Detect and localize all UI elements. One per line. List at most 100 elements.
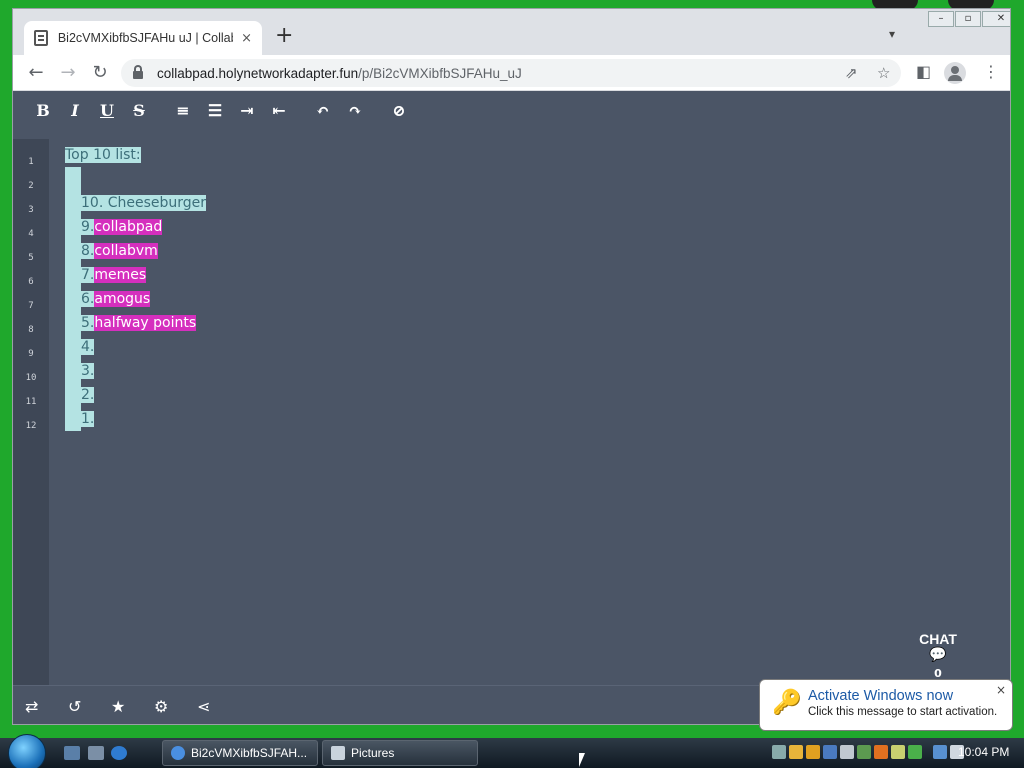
menu-dots-icon[interactable]: ⋮: [983, 62, 999, 81]
line-number: 7: [28, 301, 34, 311]
doc-line-9[interactable]: 4.: [65, 335, 95, 359]
side-panel-icon[interactable]: ◧: [916, 62, 931, 81]
list-number: 2.: [81, 387, 95, 403]
unordered-list-icon[interactable]: ☰: [199, 101, 231, 120]
selection-block: [65, 383, 81, 407]
selection-block: [65, 407, 81, 431]
reload-icon[interactable]: ↻: [89, 62, 111, 84]
strikethrough-icon[interactable]: S: [123, 101, 155, 120]
clock[interactable]: 10:04 PM: [958, 745, 1009, 759]
collabpad-page: B I U S ≡ ☰ ⇥ ⇤ ↶ ↷ ⊘ 1 2 3 4 5 6 7 8 9 …: [13, 91, 1010, 724]
doc-line-2[interactable]: [65, 167, 81, 191]
doc-line-1[interactable]: Top 10 list:: [65, 143, 141, 167]
close-popup-icon[interactable]: ×: [996, 683, 1006, 697]
tray-icon[interactable]: [857, 745, 871, 759]
doc-line-12[interactable]: 1.: [65, 407, 95, 431]
chat-button[interactable]: CHAT 💬 0: [918, 631, 958, 680]
list-number: 4.: [81, 339, 95, 355]
list-number: 3.: [81, 363, 95, 379]
line-number: 8: [28, 325, 34, 335]
activate-windows-popup[interactable]: 🔑 Activate Windows now Click this messag…: [759, 679, 1013, 731]
tray-icon[interactable]: [823, 745, 837, 759]
list-item-text: collabvm: [94, 243, 158, 259]
tray-icon[interactable]: [789, 745, 803, 759]
start-button[interactable]: [8, 734, 46, 768]
line-text: 10. Cheeseburger: [81, 195, 207, 211]
close-window-button[interactable]: ✕: [982, 11, 1010, 27]
redo-icon[interactable]: ↷: [339, 101, 371, 120]
tray-icon[interactable]: [891, 745, 905, 759]
italic-icon[interactable]: I: [59, 101, 91, 120]
settings-icon[interactable]: ⚙: [154, 697, 197, 716]
history-icon[interactable]: ↺: [68, 697, 111, 716]
internet-explorer-icon[interactable]: [111, 746, 127, 760]
chrome-icon: [171, 746, 185, 760]
hide-authorship-icon[interactable]: ⊘: [383, 101, 415, 120]
tab-close-icon[interactable]: ×: [241, 31, 252, 46]
bold-icon[interactable]: B: [27, 101, 59, 120]
selection-block: [65, 191, 81, 215]
show-desktop-icon[interactable]: [64, 746, 80, 760]
profile-avatar-icon[interactable]: [944, 62, 966, 84]
url-text: collabpad.holynetworkadapter.fun/p/Bi2cV…: [157, 66, 522, 81]
url-path: /p/Bi2cVMXibfbSJFAHu_uJ: [358, 65, 522, 81]
share-icon[interactable]: ⋖: [197, 697, 240, 716]
tray-icon[interactable]: [806, 745, 820, 759]
line-number: 2: [28, 181, 34, 191]
new-tab-button[interactable]: +: [275, 25, 293, 47]
doc-line-8[interactable]: 5.halfway points: [65, 311, 197, 335]
tray-icon[interactable]: [908, 745, 922, 759]
line-number-gutter: 1 2 3 4 5 6 7 8 9 10 11 12: [13, 139, 49, 685]
tab-title: Bi2cVMXibfbSJFAHu uJ | Collabo: [57, 31, 234, 45]
tab-search-chevron-icon[interactable]: ▾: [889, 27, 895, 41]
back-icon[interactable]: ←: [25, 62, 47, 84]
selection-block: [65, 311, 81, 335]
mouse-cursor: [579, 753, 591, 767]
star-icon[interactable]: ★: [111, 697, 154, 716]
indent-icon[interactable]: ⇥: [231, 101, 263, 120]
tab-strip: Bi2cVMXibfbSJFAHu uJ | Collabo × + ▾ – ▫…: [13, 9, 1010, 55]
switch-windows-icon[interactable]: [88, 746, 104, 760]
list-item-text: memes: [94, 267, 147, 283]
doc-line-3[interactable]: 10. Cheeseburger: [65, 191, 207, 215]
doc-line-11[interactable]: 2.: [65, 383, 95, 407]
ordered-list-icon[interactable]: ≡: [167, 101, 199, 120]
list-number: 5.: [81, 315, 95, 331]
undo-icon[interactable]: ↶: [307, 101, 339, 120]
tray-icon[interactable]: [840, 745, 854, 759]
line-number: 6: [28, 277, 34, 287]
taskbar-pictures-button[interactable]: Pictures: [322, 740, 478, 766]
network-icon[interactable]: [933, 745, 947, 759]
outdent-icon[interactable]: ⇤: [263, 101, 295, 120]
line-text: Top 10 list:: [65, 147, 141, 163]
tab-collabpad[interactable]: Bi2cVMXibfbSJFAHu uJ | Collabo ×: [24, 21, 262, 55]
selection-block: [65, 167, 81, 191]
tray-icon[interactable]: [874, 745, 888, 759]
list-number: 8.: [81, 243, 95, 259]
forward-icon[interactable]: →: [57, 62, 79, 84]
doc-line-7[interactable]: 6.amogus: [65, 287, 151, 311]
bookmark-star-icon[interactable]: ☆: [877, 64, 890, 82]
swap-icon[interactable]: ⇄: [25, 697, 68, 716]
editor-toolbar: B I U S ≡ ☰ ⇥ ⇤ ↶ ↷ ⊘: [13, 91, 1010, 129]
doc-line-4[interactable]: 9.collabpad: [65, 215, 163, 239]
underline-icon[interactable]: U: [91, 101, 123, 120]
doc-line-5[interactable]: 8.collabvm: [65, 239, 158, 263]
doc-line-6[interactable]: 7.memes: [65, 263, 147, 287]
selection-block: [65, 215, 81, 239]
line-number: 4: [28, 229, 34, 239]
taskbar-chrome-button[interactable]: Bi2cVMXibfbSJFAH...: [162, 740, 318, 766]
share-page-icon[interactable]: ⇗: [845, 64, 858, 82]
selection-block: [65, 239, 81, 263]
activate-title: Activate Windows now: [808, 688, 954, 704]
chat-label: CHAT: [919, 631, 957, 647]
lock-icon: [133, 65, 143, 79]
taskbar: Bi2cVMXibfbSJFAH... Pictures 10:04 PM: [0, 734, 1024, 768]
url-host: collabpad.holynetworkadapter.fun: [157, 65, 359, 81]
doc-line-10[interactable]: 3.: [65, 359, 95, 383]
maximize-button[interactable]: ▫: [955, 11, 981, 27]
minimize-button[interactable]: –: [928, 11, 954, 27]
tray-icon[interactable]: [772, 745, 786, 759]
address-bar[interactable]: collabpad.holynetworkadapter.fun/p/Bi2cV…: [121, 59, 901, 87]
folder-icon: [331, 746, 345, 760]
